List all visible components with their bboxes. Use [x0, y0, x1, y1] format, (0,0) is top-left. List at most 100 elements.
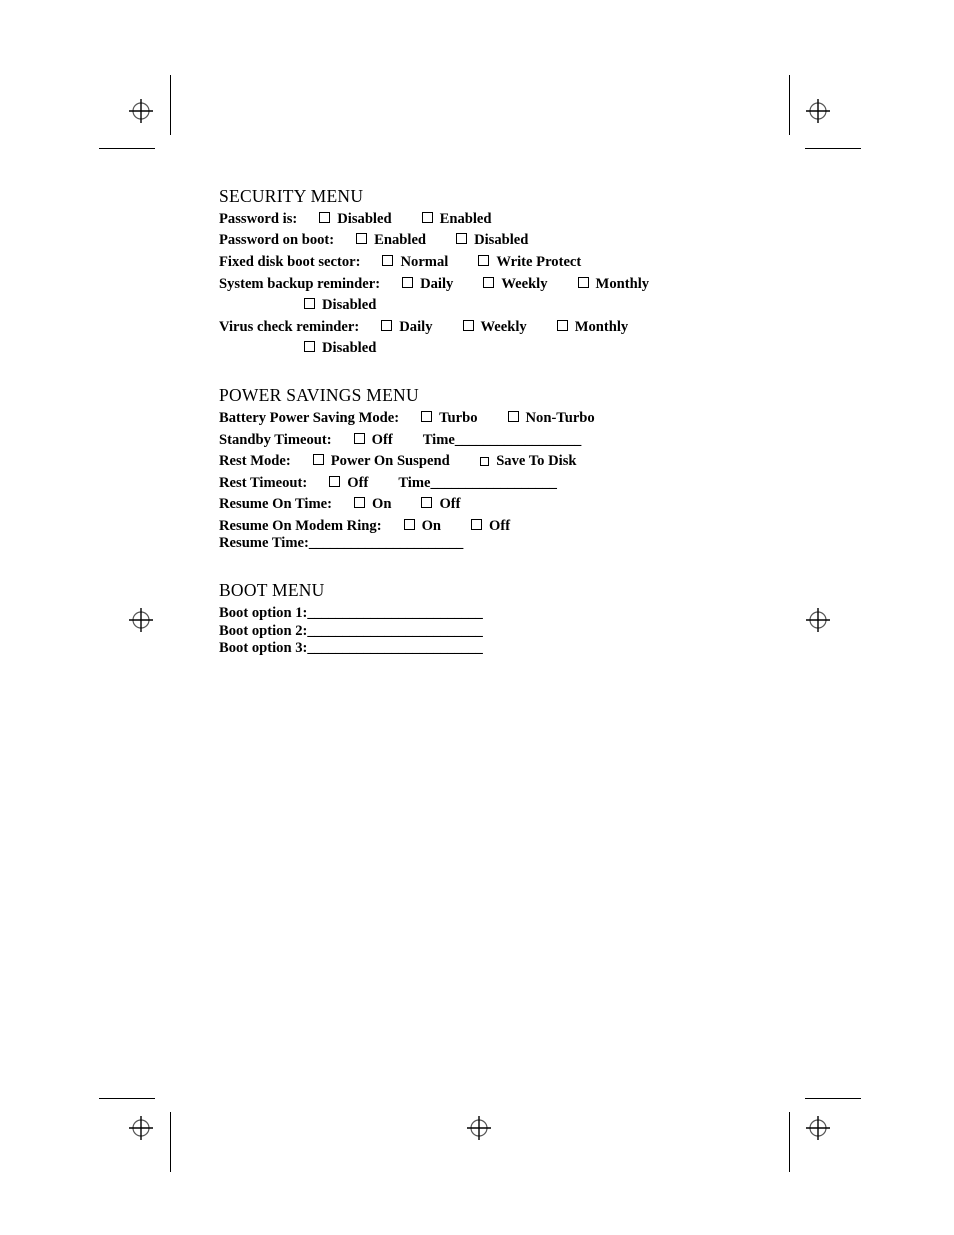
- trim-rule-top-left-vertical: [170, 75, 171, 135]
- checkbox-option[interactable]: Normal: [382, 255, 448, 270]
- checkbox-option-label: Off: [347, 474, 369, 491]
- checkbox-option[interactable]: Save To Disk: [479, 453, 577, 470]
- form-row: Boot option 2:_________________________: [219, 622, 859, 642]
- checkbox-option[interactable]: Disabled: [319, 210, 392, 227]
- checkbox-icon[interactable]: [319, 211, 331, 223]
- checkbox-option[interactable]: On: [403, 517, 442, 534]
- section-heading-security: SECURITY MENU: [219, 186, 364, 206]
- checkbox-option-label: Monthly: [595, 275, 650, 292]
- fill-in-blank[interactable]: _________________________: [307, 623, 482, 639]
- checkbox-icon[interactable]: [353, 497, 365, 509]
- form-row-continuation: Disabled: [219, 298, 859, 320]
- checkbox-option[interactable]: Off: [329, 474, 369, 491]
- checkbox-icon[interactable]: [304, 341, 315, 353]
- checkbox-icon[interactable]: [356, 233, 368, 245]
- checkbox-option-label: Daily: [399, 318, 433, 335]
- checkbox-icon[interactable]: [304, 298, 315, 310]
- checkbox-icon[interactable]: [483, 276, 495, 288]
- row-label: Boot option 1:: [219, 604, 308, 621]
- checkbox-option[interactable]: Off: [421, 496, 461, 513]
- checkbox-option[interactable]: On: [353, 496, 392, 513]
- fill-in-blank[interactable]: _________________________: [307, 605, 482, 621]
- row-label: Battery Power Saving Mode:: [219, 409, 400, 426]
- checkbox-option[interactable]: Non-Turbo: [507, 409, 595, 426]
- checkbox-option[interactable]: Weekly: [483, 276, 548, 292]
- checkbox-option-label: Off: [371, 431, 393, 448]
- trim-rule-top-left-horizontal: [99, 148, 155, 149]
- checkbox-option[interactable]: Monthly: [577, 275, 650, 292]
- checkbox-option[interactable]: Disabled: [456, 233, 528, 248]
- checkbox-icon[interactable]: [312, 454, 324, 466]
- checkbox-icon[interactable]: [556, 319, 568, 331]
- section-boot: BOOT MENU Boot option 1:_________________…: [219, 580, 859, 659]
- checkbox-icon[interactable]: [402, 276, 414, 288]
- row-label: Standby Timeout:: [219, 431, 332, 448]
- checkbox-option-label: Daily: [420, 275, 454, 292]
- form-row: Boot option 1:_________________________: [219, 606, 859, 624]
- registration-crosshair-icon-top-left: [128, 98, 154, 124]
- row-label: Resume On Modem Ring:: [219, 517, 382, 534]
- form-row: Battery Power Saving Mode: Turbo Non-Turbo: [219, 411, 859, 433]
- checkbox-option-label: Non-Turbo: [525, 409, 595, 426]
- checkbox-icon[interactable]: [421, 497, 433, 509]
- checkbox-icon[interactable]: [329, 475, 341, 487]
- trim-rule-bottom-right-horizontal: [805, 1098, 861, 1099]
- checkbox-option[interactable]: Daily: [402, 275, 454, 292]
- checkbox-icon[interactable]: [353, 432, 365, 444]
- checkbox-option[interactable]: Off: [353, 431, 393, 448]
- checkbox-option[interactable]: Monthly: [556, 318, 629, 335]
- fill-in-blank[interactable]: __________________: [455, 432, 581, 448]
- field-label: Time: [422, 431, 455, 448]
- checkbox-option-label: Normal: [400, 254, 449, 271]
- checkbox-icon[interactable]: [507, 410, 519, 422]
- checkbox-icon[interactable]: [381, 319, 393, 331]
- row-label: Resume On Time:: [219, 496, 332, 513]
- checkbox-option-label: Off: [489, 517, 511, 534]
- form-row-continuation: Disabled: [219, 341, 859, 363]
- checkbox-icon[interactable]: [577, 276, 589, 288]
- checkbox-option-label: On: [421, 517, 442, 534]
- form-row: Password is: Disabled Enabled: [219, 212, 859, 234]
- checkbox-option[interactable]: Turbo: [421, 410, 478, 426]
- checkbox-icon[interactable]: [382, 255, 394, 267]
- field-label: Time: [398, 474, 431, 491]
- checkbox-option-label: Save To Disk: [496, 453, 577, 470]
- checkbox-icon[interactable]: [479, 456, 490, 467]
- checkbox-option[interactable]: Off: [471, 519, 510, 534]
- checkbox-option[interactable]: Weekly: [462, 319, 527, 335]
- checkbox-icon[interactable]: [456, 233, 468, 245]
- fill-in-blank[interactable]: _________________________: [307, 640, 482, 656]
- fill-in-blank[interactable]: __________________: [430, 475, 556, 491]
- row-label: Resume Time:: [219, 535, 309, 552]
- checkbox-option[interactable]: Daily: [381, 318, 433, 335]
- checkbox-option[interactable]: Disabled: [304, 341, 376, 356]
- checkbox-icon[interactable]: [421, 410, 433, 422]
- checkbox-option-label: Disabled: [474, 232, 529, 249]
- checkbox-option-label: Disabled: [337, 210, 392, 227]
- checkbox-icon[interactable]: [478, 255, 490, 267]
- trim-rule-bottom-left-vertical: [170, 1112, 171, 1172]
- checkbox-option[interactable]: Power On Suspend: [312, 453, 450, 470]
- form-row: Resume On Time: On Off: [219, 497, 859, 519]
- checkbox-icon[interactable]: [421, 211, 433, 223]
- registration-crosshair-icon-bottom-left: [128, 1115, 154, 1141]
- form-row: Rest Mode: Power On Suspend Save To Disk: [219, 454, 859, 476]
- checkbox-icon[interactable]: [403, 518, 415, 530]
- trim-rule-top-right-vertical: [789, 75, 790, 135]
- checkbox-option-label: Power On Suspend: [330, 453, 450, 470]
- checkbox-option[interactable]: Write Protect: [478, 255, 581, 270]
- row-label: Boot option 2:: [219, 622, 308, 639]
- fill-in-blank[interactable]: ______________________: [309, 535, 463, 551]
- registration-crosshair-icon-middle-left: [128, 607, 154, 633]
- trim-rule-bottom-left-horizontal: [99, 1098, 155, 1099]
- checkbox-icon[interactable]: [462, 319, 474, 331]
- checkbox-option[interactable]: Enabled: [356, 233, 426, 248]
- checkbox-option-label: Off: [439, 496, 461, 513]
- registration-crosshair-icon-bottom-right: [805, 1115, 831, 1141]
- checkbox-option-label: Monthly: [574, 318, 629, 335]
- checkbox-option[interactable]: Enabled: [421, 211, 492, 227]
- form-row: Resume On Modem Ring: On Off: [219, 519, 859, 537]
- checkbox-icon[interactable]: [471, 518, 483, 530]
- checkbox-option[interactable]: Disabled: [304, 298, 376, 313]
- checkbox-option-label: On: [371, 496, 392, 513]
